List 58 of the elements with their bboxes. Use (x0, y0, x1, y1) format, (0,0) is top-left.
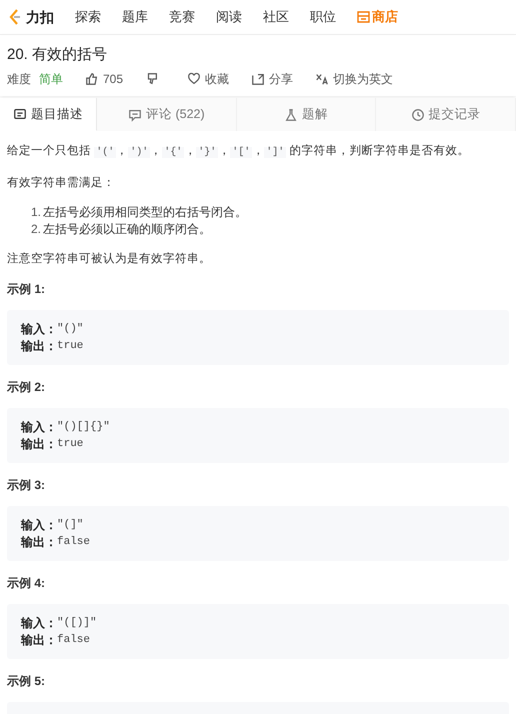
problem-title: 20. 有效的括号 (7, 45, 108, 65)
example-title: 示例 2: (7, 379, 46, 396)
example-title: 示例 5: (7, 673, 46, 690)
favorite-button[interactable]: 收藏 (187, 70, 230, 88)
example-label: 输入： (21, 419, 57, 436)
tab[interactable]: 题解 (236, 98, 376, 131)
example-value: true (57, 437, 84, 452)
comment-icon (128, 108, 142, 122)
share-button[interactable]: 分享 (251, 70, 294, 88)
tab[interactable]: 提交记录 (376, 98, 516, 131)
nav-link[interactable]: 竞赛 (169, 7, 195, 27)
example-label: 输入： (21, 321, 57, 338)
example-value: "(]" (57, 518, 84, 533)
example-label: 输出： (21, 632, 57, 649)
tab[interactable]: 题目描述 (0, 98, 97, 131)
description-paragraph: 注意空字符串可被认为是有效字符串。 (7, 251, 212, 267)
list-number: 1. (31, 204, 42, 221)
difficulty-label: 难度 (7, 71, 31, 88)
translate-icon (315, 72, 330, 86)
tab[interactable]: 评论 (522) (97, 98, 237, 131)
example-label: 输入： (21, 615, 57, 632)
store-icon (357, 11, 370, 23)
example-label: 输出： (21, 436, 57, 453)
example-value: "()" (57, 322, 84, 337)
difficulty-value: 简单 (39, 71, 63, 88)
thumbs-up-icon (85, 72, 99, 86)
example-value: false (57, 633, 90, 648)
dislike-button[interactable] (145, 72, 160, 86)
example-label: 输出： (21, 534, 57, 551)
clock-icon (410, 108, 425, 122)
nav-link[interactable]: 题库 (122, 7, 148, 27)
logo-icon (8, 9, 22, 25)
nav-link[interactable]: 探索 (75, 7, 101, 27)
example-title: 示例 4: (7, 575, 46, 592)
document-icon (13, 107, 27, 121)
list-item: 左括号必须用相同类型的右括号闭合。 (43, 204, 247, 221)
example-value: true (57, 339, 84, 354)
example-value: "([)]" (57, 616, 97, 631)
description-paragraph: 给定一个只包括 '(' ， ')' ， '{' ， '}' ， '[' ， ']' 的字符串，判断字符串是否有效。 (7, 143, 470, 160)
logo-text: 力扣 (26, 8, 54, 26)
list-number: 2. (31, 221, 42, 238)
example-label: 输入： (21, 517, 57, 534)
flask-icon (284, 108, 298, 122)
heart-icon (187, 72, 202, 86)
example-title: 示例 3: (7, 477, 46, 494)
nav-link[interactable]: 社区 (263, 7, 289, 27)
example-title: 示例 1: (7, 281, 46, 298)
thumbs-down-icon (145, 72, 160, 86)
list-item: 左括号必须以正确的顺序闭合。 (43, 221, 211, 238)
example-value: false (57, 535, 90, 550)
example-value: "()[]{}" (57, 420, 110, 435)
nav-link[interactable]: 职位 (310, 7, 336, 27)
like-button[interactable]: 705 (85, 70, 124, 88)
translate-button[interactable]: 切换为英文 (315, 70, 394, 88)
description-paragraph: 有效字符串需满足： (7, 175, 116, 191)
nav-link[interactable]: 阅读 (216, 7, 242, 27)
share-icon (251, 72, 266, 86)
example-label: 输出： (21, 338, 57, 355)
